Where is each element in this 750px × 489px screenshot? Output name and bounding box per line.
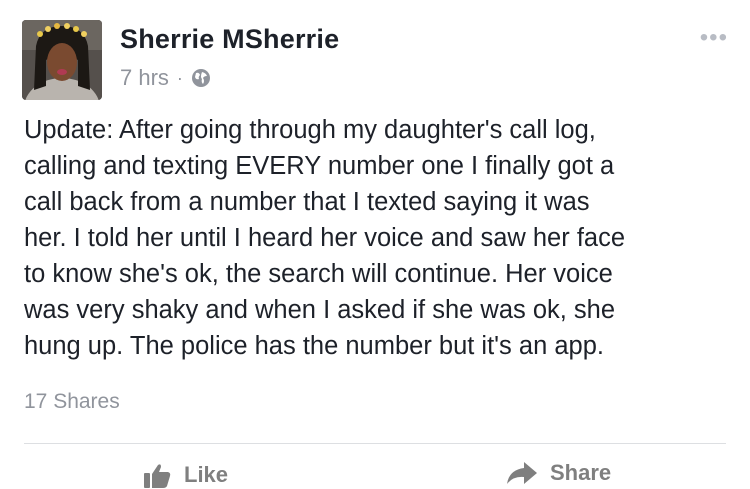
actions-divider [24,443,726,444]
post-meta: 7 hrs · [120,65,211,91]
post-text: Update: After going through my daughter'… [24,116,626,360]
facebook-post: Sherrie MSherrie 7 hrs · ••• Update: Aft… [0,0,750,489]
post-header: Sherrie MSherrie 7 hrs · ••• [22,20,728,102]
avatar-photo [22,20,102,100]
like-button[interactable]: Like [142,460,228,489]
like-label: Like [184,462,229,487]
shares-count[interactable]: 17 Shares [24,390,120,414]
share-arrow-icon [507,462,537,484]
meta-separator: · [176,67,183,88]
globe-icon[interactable] [191,68,211,88]
share-button[interactable]: Share [506,460,611,486]
more-options-icon[interactable]: ••• [700,26,728,50]
thumbs-up-icon [144,464,171,488]
avatar[interactable] [22,20,102,100]
author-name[interactable]: Sherrie MSherrie [120,24,339,55]
post-time[interactable]: 7 hrs [120,65,169,91]
share-label: Share [550,460,612,485]
